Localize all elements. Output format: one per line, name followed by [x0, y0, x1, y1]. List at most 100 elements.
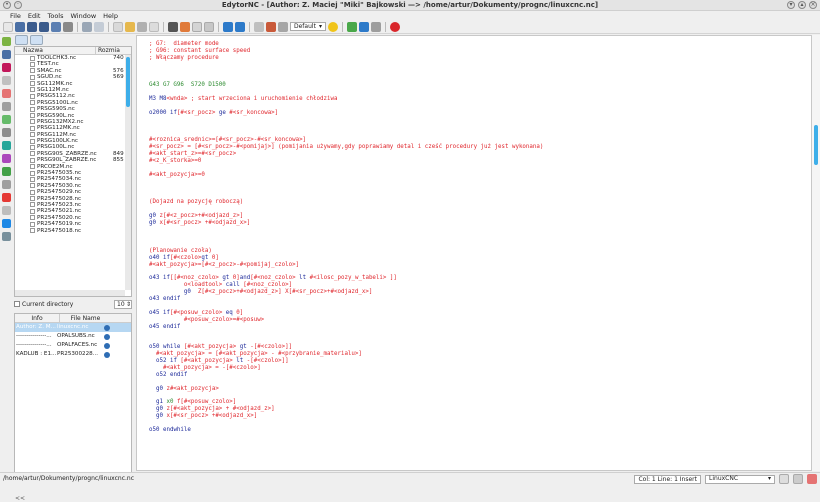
remove-numbers-icon[interactable] [235, 21, 245, 32]
column-header-info[interactable]: Info [15, 314, 59, 322]
file-row[interactable]: PR25475018.nc [15, 228, 131, 234]
project-icon[interactable] [278, 21, 288, 32]
file-list: TOOLCHK3.nc 740 b TEST.nc SMAC.nc 576 b SGUD.… [15, 55, 131, 234]
code-token: #<sr_koncowa>] [225, 109, 279, 116]
history-list[interactable]: Info File Name Author: Z. M... linuxcnc.n… [14, 313, 132, 483]
tab-project[interactable] [30, 35, 43, 45]
menu-file[interactable]: File [10, 12, 21, 20]
tool-icon-3[interactable] [2, 63, 11, 72]
code-token: g0 [149, 385, 167, 392]
tool-icon-9[interactable] [2, 141, 11, 150]
menu-window[interactable]: Window [71, 12, 97, 20]
highlight-mode-combo[interactable]: Default ▾ [290, 22, 326, 31]
history-row[interactable]: KADLUB : E1... PR25300228... [15, 350, 131, 359]
history-file: OPALFACES.nc [57, 342, 98, 348]
syntax-highlight-combo[interactable]: LinuxCNC ▾ [705, 474, 775, 484]
file-icon [30, 228, 35, 234]
menu-help[interactable]: Help [103, 12, 118, 20]
code-text[interactable]: ; G7: diameter mode; G96: constant surfa… [149, 41, 543, 434]
stop-icon[interactable] [389, 21, 400, 32]
bookmark-icon[interactable] [266, 21, 276, 32]
upload-icon[interactable] [358, 21, 369, 32]
column-header-filename[interactable]: File Name [59, 314, 111, 322]
save-all-icon[interactable] [51, 21, 61, 32]
inline-calc-icon[interactable] [204, 21, 214, 32]
close-tab-icon[interactable] [807, 474, 817, 484]
save-icon[interactable] [27, 21, 37, 32]
spin-arrows-icon[interactable]: ⇕ [126, 301, 131, 308]
open-file-icon[interactable] [15, 21, 25, 32]
code-line: #<akt_start_z>=#<sr_pocz> [149, 151, 543, 158]
file-icon [30, 74, 35, 80]
replace-icon[interactable] [180, 21, 190, 32]
file-list-scrollbar[interactable] [125, 55, 131, 290]
renumber-icon[interactable] [223, 21, 233, 32]
current-directory-checkbox[interactable] [14, 301, 20, 307]
save-as-icon[interactable] [39, 21, 49, 32]
emoticon-icon[interactable] [327, 21, 338, 32]
history-remove-icon[interactable] [104, 342, 110, 349]
copy-icon[interactable] [113, 21, 123, 32]
history-info: ---------------... [16, 342, 52, 348]
tab-file-browser[interactable] [15, 35, 28, 45]
file-list-hscrollbar[interactable] [15, 290, 125, 296]
cut-icon[interactable] [137, 21, 147, 32]
collapse-panel-button[interactable]: << [15, 495, 25, 502]
tool-icon-1[interactable] [2, 37, 11, 46]
history-row[interactable]: ---------------... OPALSUBS.nc [15, 332, 131, 341]
tool-icon-14[interactable] [2, 206, 11, 215]
history-remove-icon[interactable] [104, 333, 110, 340]
file-browser[interactable]: Nazwa Rozmia TOOLCHK3.nc 740 b TEST.nc SMAC… [14, 46, 132, 297]
tool-icon-11[interactable] [2, 167, 11, 176]
close-icon[interactable]: × [809, 1, 817, 9]
tool-icon-10[interactable] [2, 154, 11, 163]
scroll-thumb[interactable] [126, 57, 130, 107]
tool-icon-13[interactable] [2, 193, 11, 202]
history-row[interactable]: Author: Z. M... linuxcnc.nc [15, 323, 131, 332]
calculator-icon[interactable] [192, 21, 202, 32]
code-editor[interactable]: ; G7: diameter mode; G96: constant surfa… [136, 35, 812, 471]
code-line: G43 G7 G96 S720 D1500 [149, 82, 543, 89]
readonly-icon[interactable] [779, 474, 789, 484]
tool-icon-4[interactable] [2, 76, 11, 85]
menu-edit[interactable]: Edit [28, 12, 41, 20]
tool-icon-15[interactable] [2, 219, 11, 228]
paste-icon[interactable] [125, 21, 135, 32]
redo-icon[interactable] [94, 21, 104, 32]
depth-value: 10 [117, 300, 125, 308]
depth-spinbox[interactable]: 10 ⇕ [114, 299, 132, 309]
editor-scroll-thumb[interactable] [814, 125, 818, 165]
maximize-icon[interactable]: ▴ [798, 1, 806, 9]
tool-icon-12[interactable] [2, 180, 11, 189]
print-icon[interactable] [63, 21, 73, 32]
history-remove-icon[interactable] [104, 324, 110, 331]
file-icon [30, 176, 35, 182]
minimize-icon[interactable]: ▾ [787, 1, 795, 9]
tool-icon-8[interactable] [2, 128, 11, 137]
serial-icon[interactable] [370, 21, 381, 32]
chevron-down-icon: ▾ [767, 475, 771, 482]
find-icon[interactable] [168, 21, 178, 32]
new-file-icon[interactable] [3, 21, 13, 32]
column-header-name[interactable]: Nazwa [15, 47, 95, 54]
highlight-icon[interactable] [254, 21, 264, 32]
column-header-size[interactable]: Rozmia [95, 47, 127, 54]
history-rows: Author: Z. M... linuxcnc.nc --------------… [15, 323, 131, 359]
tool-icon-16[interactable] [2, 232, 11, 241]
history-remove-icon[interactable] [104, 351, 110, 358]
select-all-icon[interactable] [149, 21, 159, 32]
download-icon[interactable] [346, 21, 357, 32]
undo-icon[interactable] [82, 21, 92, 32]
tool-icon-6[interactable] [2, 102, 11, 111]
editor-scrollbar[interactable] [812, 35, 820, 471]
tool-icon-7[interactable] [2, 115, 11, 124]
code-line: ; Włączamy procedure [149, 55, 543, 62]
menu-tools[interactable]: Tools [47, 12, 63, 20]
tool-icon-2[interactable] [2, 50, 11, 59]
code-token: 0] [232, 309, 244, 316]
wrap-icon[interactable] [793, 474, 803, 484]
history-row[interactable]: ---------------... OPALFACES.nc [15, 341, 131, 350]
tool-icon-5[interactable] [2, 89, 11, 98]
code-token: Z[#<z_pocz>+#<odjazd_z>] X[#<sr_pocz>+#<… [197, 289, 373, 296]
